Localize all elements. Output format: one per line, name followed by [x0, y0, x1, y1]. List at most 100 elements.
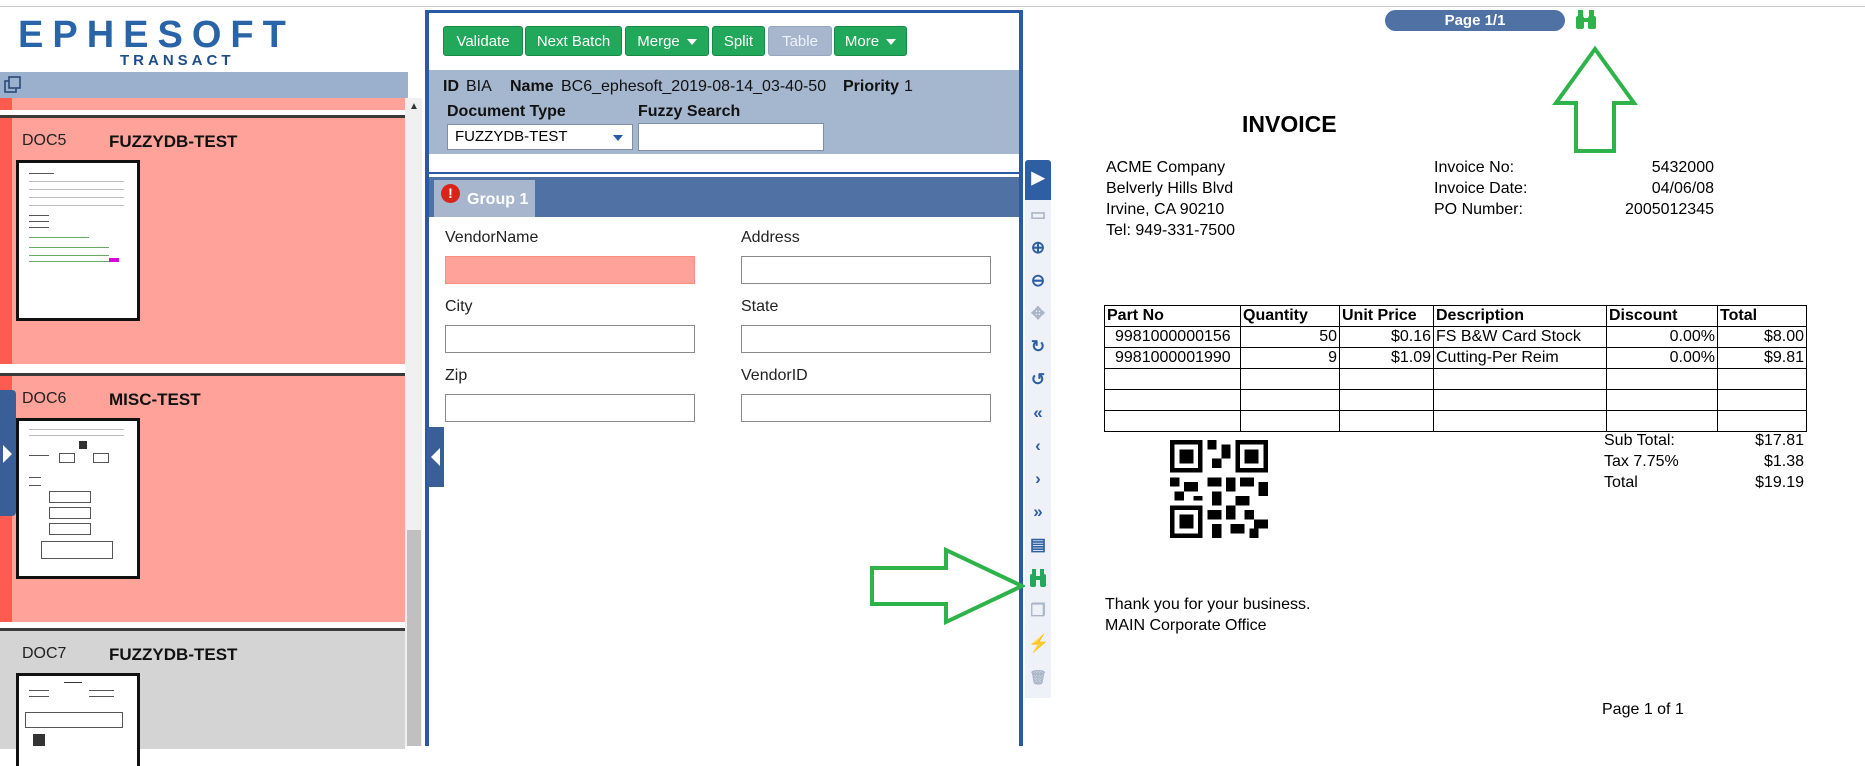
company-line: Belverly Hills Blvd [1106, 180, 1234, 197]
document-type: FUZZYDB-TEST [109, 132, 238, 151]
first-page-icon[interactable]: « [1028, 403, 1048, 423]
field-label-zip: Zip [445, 367, 468, 384]
zoom-out-icon[interactable]: ⊖ [1028, 271, 1048, 291]
split-view-icon[interactable]: ▭ [1028, 205, 1048, 225]
plug-icon[interactable]: ⚡ [1028, 634, 1049, 654]
annotation-arrow-up [1552, 45, 1638, 153]
table-row [1104, 368, 1807, 390]
table-header-row: Part No Quantity Unit Price Description … [1104, 305, 1807, 327]
document-list-toolbar [0, 72, 408, 98]
merge-button[interactable]: Merge [625, 26, 709, 56]
invoice-meta-value: 2005012345 [1625, 201, 1714, 218]
city-field[interactable] [445, 325, 695, 353]
batch-id-value: BIA [466, 78, 492, 95]
top-border [0, 6, 1865, 7]
document-thumbnail[interactable] [16, 673, 140, 766]
company-line: Irvine, CA 90210 [1106, 201, 1225, 218]
footer-line: Thank you for your business. [1105, 596, 1311, 613]
annotation-arrow-right [870, 546, 1027, 626]
field-label-city: City [445, 298, 473, 315]
invoice-title: INVOICE [1242, 111, 1337, 137]
table-row: 9981000001990 9 $1.09 Cutting-Per Reim 0… [1104, 347, 1807, 369]
document-thumbnail[interactable] [16, 418, 140, 579]
field-label-vendorname: VendorName [445, 229, 539, 246]
copy-icon[interactable] [3, 75, 23, 95]
trash-icon[interactable]: 🗑 [1028, 667, 1048, 687]
company-line: ACME Company [1106, 159, 1226, 176]
prev-page-icon[interactable]: ‹ [1028, 436, 1048, 456]
page-footer: Page 1 of 1 [1602, 701, 1684, 718]
document-card-partial [0, 98, 405, 110]
invoice-meta-label: PO Number: [1434, 201, 1523, 218]
next-batch-button[interactable]: Next Batch [525, 26, 622, 56]
next-page-icon[interactable]: › [1028, 469, 1048, 489]
zoom-in-icon[interactable]: ⊕ [1028, 238, 1048, 258]
table-header: Quantity [1240, 305, 1340, 327]
table-header: Description [1433, 305, 1607, 327]
batch-id-label: ID [443, 78, 459, 95]
document-list: DOC5 FUZZYDB-TEST DOC6 MISC-TEST DOC7 FU… [0, 98, 405, 766]
fuzzy-search-label: Fuzzy Search [638, 103, 741, 120]
batch-priority-value: 1 [904, 78, 913, 95]
document-icon[interactable]: ▤ [1028, 535, 1048, 555]
table-header: Unit Price [1339, 305, 1434, 327]
fuzzy-search-input[interactable] [638, 123, 824, 151]
binoculars-icon[interactable] [1574, 8, 1598, 30]
expand-right-icon [3, 445, 12, 463]
invoice-table: Part No Quantity Unit Price Description … [1104, 305, 1807, 432]
field-label-vendorid: VendorID [741, 367, 808, 384]
more-button[interactable]: More [834, 26, 907, 56]
document-thumbnail[interactable] [16, 160, 140, 321]
table-header: Total [1717, 305, 1807, 327]
table-button[interactable]: Table [768, 26, 832, 56]
state-field[interactable] [741, 325, 991, 353]
table-header: Part No [1104, 305, 1241, 327]
document-type-select[interactable]: FUZZYDB-TEST [447, 124, 633, 150]
ephesoft-logo: EPHESOFT TRANSACT [18, 14, 295, 69]
footer-line: MAIN Corporate Office [1105, 617, 1267, 634]
chevron-down-icon [886, 39, 897, 46]
total-value: $17.81 [1755, 432, 1804, 449]
group-tab-label: Group 1 [467, 191, 529, 208]
batch-priority-label: Priority [843, 78, 900, 95]
vendorname-field[interactable] [445, 256, 695, 284]
table-row [1104, 389, 1807, 411]
document-type-label: Document Type [447, 103, 566, 120]
document-id: DOC7 [22, 645, 67, 662]
field-label-address: Address [741, 229, 800, 246]
document-id: DOC5 [22, 132, 67, 149]
document-card-doc6[interactable]: DOC6 MISC-TEST [0, 373, 405, 622]
table-header: Discount [1606, 305, 1718, 327]
move-icon[interactable]: ✥ [1028, 304, 1048, 324]
document-id: DOC6 [22, 390, 67, 407]
validate-button[interactable]: Validate [443, 26, 523, 56]
document-card-doc5[interactable]: DOC5 FUZZYDB-TEST [0, 115, 405, 364]
qr-code [1170, 440, 1268, 538]
binoculars-icon[interactable] [1029, 568, 1047, 588]
rotate-left-icon[interactable]: ↺ [1028, 370, 1048, 390]
company-line: Tel: 949-331-7500 [1106, 222, 1235, 239]
chevron-down-icon [613, 135, 623, 141]
scrollbar-thumb[interactable] [407, 530, 421, 746]
vendorid-field[interactable] [741, 394, 991, 422]
split-button[interactable]: Split [712, 26, 765, 56]
scroll-up-icon[interactable]: ▲ [409, 101, 419, 112]
play-icon[interactable]: ▶ [1028, 168, 1048, 188]
batch-name-value: BC6_ephesoft_2019-08-14_03-40-50 [561, 78, 827, 95]
copy-icon[interactable]: ❐ [1028, 601, 1048, 621]
total-label: Sub Total: [1604, 432, 1675, 449]
invoice-meta-value: 5432000 [1651, 159, 1714, 176]
total-value: $1.38 [1763, 453, 1804, 470]
batch-name-label: Name [510, 78, 554, 95]
document-card-doc7[interactable]: DOC7 FUZZYDB-TEST [0, 628, 405, 766]
last-page-icon[interactable]: » [1028, 502, 1048, 522]
table-row: 9981000000156 50 $0.16 FS B&W Card Stock… [1104, 326, 1807, 348]
invoice-meta-label: Invoice No: [1434, 159, 1515, 176]
document-type: MISC-TEST [109, 390, 201, 409]
address-field[interactable] [741, 256, 991, 284]
page-indicator: Page 1/1 [1385, 10, 1565, 31]
zip-field[interactable] [445, 394, 695, 422]
collapse-left-icon [431, 448, 440, 466]
rotate-right-icon[interactable]: ↻ [1028, 337, 1048, 357]
field-label-state: State [741, 298, 779, 315]
